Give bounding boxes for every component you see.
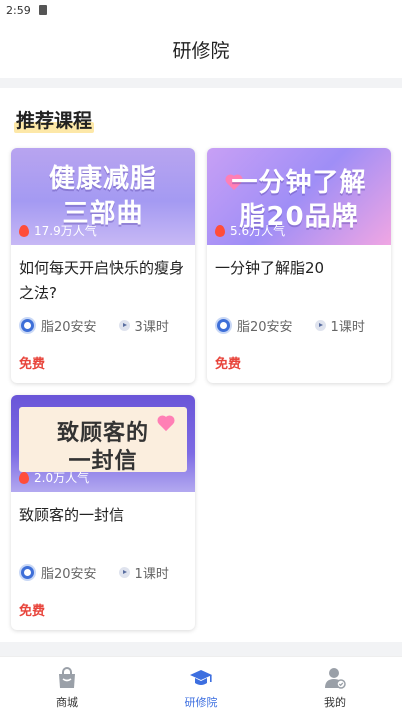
thumb-line1: 一分钟了解 (231, 168, 367, 198)
price-tag: 免费 (19, 604, 46, 619)
divider (0, 642, 402, 656)
lesson-count: 3课时 (134, 320, 169, 335)
author-avatar (215, 317, 232, 334)
author-name: 脂20安安 (41, 567, 97, 582)
tab-mall[interactable]: 商城 (0, 657, 134, 720)
play-icon (118, 320, 130, 331)
flame-icon (19, 224, 29, 237)
lesson-count: 1课时 (134, 567, 169, 582)
status-bar: 2:59 (0, 0, 402, 20)
section-title: 推荐课程 (14, 106, 95, 133)
tab-label: 商城 (56, 696, 78, 709)
author-name: 脂20安安 (41, 320, 97, 335)
course-title: 致顾客的一封信 (19, 506, 125, 524)
thumb-line1: 健康减脂 (48, 164, 157, 194)
status-time: 2:59 (6, 3, 31, 17)
play-icon (314, 320, 326, 331)
course-thumbnail: 健康减脂 三部曲 17.9万人气 (11, 148, 195, 245)
flame-icon (19, 471, 29, 484)
sim-icon (38, 5, 47, 15)
author-name: 脂20安安 (237, 320, 293, 335)
course-thumbnail: 一分钟了解 脂20品牌 5.6万人气 (207, 148, 391, 245)
popularity-text: 17.9万人气 (34, 224, 97, 238)
popularity: 5.6万人气 (215, 222, 285, 239)
course-card[interactable]: 致顾客的 一封信 2.0万人气 致顾客的一封信 脂20安安 1课时 免费 (11, 395, 195, 630)
popularity: 2.0万人气 (19, 469, 89, 486)
tab-academy[interactable]: 研修院 (134, 657, 268, 720)
course-title: 如何每天开启快乐的瘦身之法? (19, 259, 185, 302)
course-card[interactable]: 一分钟了解 脂20品牌 5.6万人气 一分钟了解脂20 脂20安安 1课时 免费 (207, 148, 391, 383)
play-icon (118, 567, 130, 578)
tab-mine[interactable]: 我的 (268, 657, 402, 720)
author-avatar (19, 317, 36, 334)
page-title: 研修院 (172, 39, 230, 62)
course-meta: 脂20安安 1课时 (19, 563, 187, 582)
price-tag: 免费 (215, 357, 242, 372)
popularity-text: 2.0万人气 (34, 471, 90, 485)
shopping-bag-icon (59, 667, 75, 688)
course-thumbnail: 致顾客的 一封信 2.0万人气 (11, 395, 195, 492)
popularity: 17.9万人气 (19, 222, 97, 239)
user-icon (325, 668, 346, 689)
course-meta: 脂20安安 1课时 (215, 316, 383, 335)
bottom-tab-bar: 商城 研修院 我的 (0, 656, 402, 720)
popularity-text: 5.6万人气 (230, 224, 286, 238)
section-title-text: 推荐课程 (16, 110, 93, 132)
lesson-count: 1课时 (330, 320, 365, 335)
course-card[interactable]: 健康减脂 三部曲 17.9万人气 如何每天开启快乐的瘦身之法? 脂20安安 3课… (11, 148, 195, 383)
course-meta: 脂20安安 3课时 (19, 316, 187, 335)
course-title: 一分钟了解脂20 (215, 259, 325, 277)
tab-label: 我的 (324, 696, 346, 709)
graduation-cap-icon (190, 670, 212, 685)
author-avatar (19, 564, 36, 581)
flame-icon (215, 224, 225, 237)
price-tag: 免费 (19, 357, 46, 372)
tab-label: 研修院 (184, 696, 218, 709)
divider (0, 78, 402, 88)
